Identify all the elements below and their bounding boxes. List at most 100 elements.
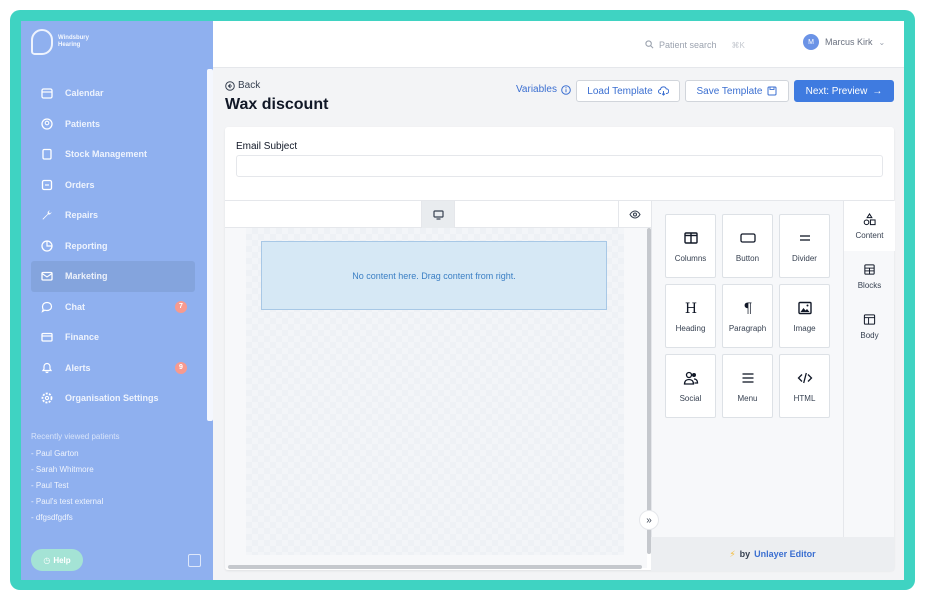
monitor-icon xyxy=(432,209,444,220)
sidebar-item-calendar[interactable]: Calendar xyxy=(31,78,195,109)
blocks-icon xyxy=(864,263,875,275)
code-icon xyxy=(797,372,812,383)
sidebar-item-alerts[interactable]: Alerts 9 xyxy=(31,353,195,384)
recent-patient-link[interactable]: - Paul Test xyxy=(31,481,120,497)
expand-panel-button[interactable]: » xyxy=(639,510,659,530)
alerts-count-badge: 9 xyxy=(175,361,187,374)
tab-content[interactable]: Content xyxy=(844,201,895,251)
sidebar-item-organisation-settings[interactable]: Organisation Settings xyxy=(31,383,195,414)
search-placeholder: Patient search xyxy=(659,40,717,50)
bell-icon xyxy=(41,362,53,374)
sidebar-nav: Calendar Patients Stock Management Order… xyxy=(31,78,195,414)
email-editor: No content here. Drag content from right… xyxy=(225,200,895,571)
button-icon xyxy=(739,232,756,243)
card-icon xyxy=(41,331,53,343)
wrench-icon xyxy=(41,209,53,221)
sidebar-item-orders[interactable]: Orders xyxy=(31,170,195,201)
sidebar-item-repairs[interactable]: Repairs xyxy=(31,200,195,231)
collapse-sidebar-icon[interactable] xyxy=(188,554,201,567)
next-preview-button[interactable]: Next: Preview → xyxy=(794,80,894,102)
canvas-toolbar xyxy=(225,201,651,228)
sidebar-scrollbar[interactable] xyxy=(207,69,213,421)
recent-patient-link[interactable]: - Paul Garton xyxy=(31,449,120,465)
sidebar-item-chat[interactable]: Chat 7 xyxy=(31,292,195,323)
avatar: M xyxy=(803,34,819,50)
tool-heading[interactable]: H Heading xyxy=(665,284,716,348)
tool-social[interactable]: Social xyxy=(665,354,716,418)
save-template-button[interactable]: Save Template xyxy=(685,80,789,102)
chat-icon xyxy=(41,301,53,313)
tool-columns[interactable]: Columns xyxy=(665,214,716,278)
tool-html[interactable]: HTML xyxy=(779,354,830,418)
gear-icon xyxy=(41,392,53,404)
tab-blocks[interactable]: Blocks xyxy=(844,251,895,301)
sidebar-item-stock-management[interactable]: Stock Management xyxy=(31,139,195,170)
tool-menu[interactable]: Menu xyxy=(722,354,773,418)
patient-search[interactable]: Patient search ⌘K xyxy=(645,34,775,56)
email-canvas[interactable]: No content here. Drag content from right… xyxy=(225,228,647,568)
empty-dropzone[interactable]: No content here. Drag content from right… xyxy=(261,241,607,310)
social-icon xyxy=(683,371,698,385)
recent-patient-link[interactable]: - Paul's test external xyxy=(31,497,120,513)
help-button[interactable]: ◷ Help xyxy=(31,549,83,571)
info-icon xyxy=(561,84,571,95)
divider-icon xyxy=(799,234,810,241)
double-chevron-right-icon: » xyxy=(646,514,652,526)
cloud-download-icon xyxy=(657,86,669,96)
tool-image[interactable]: Image xyxy=(779,284,830,348)
tab-body[interactable]: Body xyxy=(844,301,895,351)
ear-logo-icon xyxy=(31,29,53,55)
canvas-horizontal-scrollbar[interactable] xyxy=(228,565,642,569)
stock-icon xyxy=(41,148,53,160)
layout-icon xyxy=(863,313,876,325)
tool-paragraph[interactable]: ¶ Paragraph xyxy=(722,284,773,348)
recent-patient-link[interactable]: - dfgsdfgdfs xyxy=(31,513,120,529)
tool-grid: Columns Button Divider H Heading ¶ Parag… xyxy=(665,214,830,418)
floppy-disk-icon xyxy=(767,86,777,96)
load-template-button[interactable]: Load Template xyxy=(576,80,680,102)
recent-patient-link[interactable]: - Sarah Whitmore xyxy=(31,465,120,481)
sidebar-item-finance[interactable]: Finance xyxy=(31,322,195,353)
user-name: Marcus Kirk xyxy=(825,37,873,47)
shapes-icon xyxy=(863,212,876,225)
unlayer-credit[interactable]: ⚡ by Unlayer Editor xyxy=(651,537,894,571)
svg-text:¶: ¶ xyxy=(743,301,752,316)
mail-icon xyxy=(41,270,53,282)
svg-text:H: H xyxy=(684,301,696,316)
chat-count-badge: 7 xyxy=(175,300,187,313)
sidebar-item-reporting[interactable]: Reporting xyxy=(31,231,195,262)
chevron-down-icon: ⌄ xyxy=(878,37,886,47)
page-title: Wax discount xyxy=(225,96,329,113)
variables-link[interactable]: Variables xyxy=(516,84,571,95)
topbar: Patient search ⌘K M Marcus Kirk ⌄ xyxy=(213,21,904,68)
email-subject-input[interactable] xyxy=(236,155,883,177)
recent-patients: Recently viewed patients - Paul Garton -… xyxy=(31,432,120,529)
back-arrow-icon xyxy=(225,80,235,91)
arrow-right-icon: → xyxy=(872,85,883,97)
recent-patients-title: Recently viewed patients xyxy=(31,432,120,441)
patients-icon xyxy=(41,118,53,130)
back-link[interactable]: Back xyxy=(225,80,260,91)
calendar-icon xyxy=(41,87,53,99)
eye-icon xyxy=(629,210,641,219)
chart-icon xyxy=(41,240,53,252)
app-window: Windsbury Hearing Calendar Patients Stoc… xyxy=(21,21,904,580)
tool-divider[interactable]: Divider xyxy=(779,214,830,278)
menu-icon xyxy=(742,372,753,383)
lightning-icon: ⚡ xyxy=(729,548,736,559)
search-icon xyxy=(645,39,654,51)
brand-logo[interactable]: Windsbury Hearing xyxy=(31,29,89,55)
editor-tabs: Content Blocks Body xyxy=(843,201,895,537)
tool-button[interactable]: Button xyxy=(722,214,773,278)
template-card: Email Subject No content here. Drag cont… xyxy=(225,127,895,571)
desktop-view-button[interactable] xyxy=(421,201,455,228)
heading-icon: H xyxy=(684,301,696,316)
sidebar-item-patients[interactable]: Patients xyxy=(31,109,195,140)
preview-toggle-button[interactable] xyxy=(618,201,651,228)
paragraph-icon: ¶ xyxy=(743,301,752,316)
content-tools-panel: Columns Button Divider H Heading ¶ Parag… xyxy=(651,201,843,537)
help-icon: ◷ xyxy=(43,555,51,565)
sidebar-item-marketing[interactable]: Marketing xyxy=(31,261,195,292)
user-menu[interactable]: M Marcus Kirk ⌄ xyxy=(803,34,885,50)
image-icon xyxy=(797,301,812,314)
